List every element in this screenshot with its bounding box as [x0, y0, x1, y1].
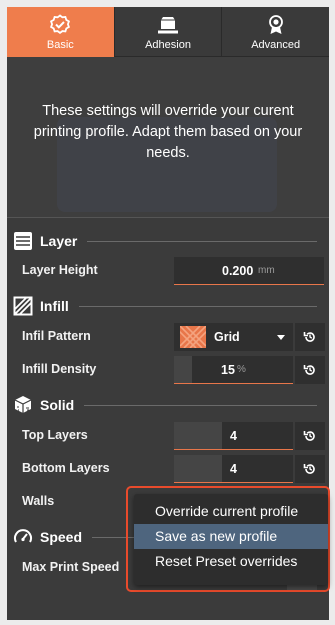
- section-solid: Solid: [7, 392, 329, 418]
- chevron-down-icon: [277, 335, 285, 340]
- menu-item-reset-preset-overrides[interactable]: Reset Preset overrides: [134, 549, 328, 574]
- speedometer-icon: [13, 527, 33, 547]
- infill-pattern-value: Grid: [214, 330, 240, 344]
- profile-tabs: Basic Adhesion Advanced: [7, 7, 330, 57]
- infill-density-value: 15: [221, 363, 235, 377]
- reset-infill-density-button[interactable]: [295, 356, 325, 384]
- grid-pattern-icon: [173, 325, 213, 349]
- reset-icon: [303, 464, 315, 474]
- layer-height-value: 0.200: [222, 264, 254, 278]
- infill-density-input[interactable]: 15 %: [174, 356, 293, 384]
- menu-item-override-current-profile[interactable]: Override current profile: [134, 499, 328, 524]
- section-rule: [78, 305, 317, 307]
- infill-density-track: [174, 356, 192, 383]
- infill-density-unit: %: [237, 364, 246, 375]
- section-title: Layer: [40, 233, 78, 249]
- tab-basic[interactable]: Basic: [7, 7, 114, 57]
- banner-message: These settings will override your curent…: [33, 103, 303, 161]
- reset-top-layers-button[interactable]: [295, 422, 325, 450]
- reset-icon: [303, 332, 315, 342]
- tab-adhesion[interactable]: Adhesion: [113, 7, 222, 57]
- layers-icon: [13, 231, 33, 251]
- divider: [7, 217, 329, 218]
- profile-context-menu: Override current profile Save as new pro…: [134, 494, 328, 585]
- layer-height-input[interactable]: 0.200 mm: [174, 257, 324, 285]
- top-layers-input[interactable]: 4: [174, 422, 293, 450]
- section-rule: [87, 240, 317, 242]
- section-rule: [84, 404, 317, 406]
- tab-advanced[interactable]: Advanced: [221, 7, 330, 57]
- walls-label: Walls: [22, 494, 55, 508]
- bottom-layers-track: [174, 455, 222, 482]
- section-infill: Infill: [7, 293, 329, 319]
- reset-infill-pattern-button[interactable]: [295, 323, 325, 351]
- row-layer-height: Layer Height 0.200 mm: [7, 256, 329, 286]
- reset-icon: [303, 431, 315, 441]
- section-title: Infill: [40, 298, 69, 314]
- bottom-layers-input[interactable]: 4: [174, 455, 293, 483]
- menu-item-save-as-new-profile[interactable]: Save as new profile: [134, 524, 328, 549]
- row-bottom-layers: Bottom Layers 4: [7, 454, 329, 484]
- section-title: Speed: [40, 529, 83, 545]
- reset-icon: [303, 365, 315, 375]
- max-print-speed-label: Max Print Speed: [22, 560, 120, 574]
- top-layers-value: 4: [230, 429, 237, 443]
- row-infill-pattern: Infil Pattern Grid: [7, 322, 329, 352]
- top-layers-label: Top Layers: [22, 428, 88, 442]
- infill-density-label: Infill Density: [22, 362, 97, 376]
- hatched-square-icon: [13, 296, 33, 316]
- reset-bottom-layers-button[interactable]: [295, 455, 325, 483]
- cube-platform-icon: [156, 13, 180, 37]
- infill-pattern-label: Infil Pattern: [22, 329, 91, 343]
- tab-advanced-label: Advanced: [251, 38, 301, 51]
- bottom-layers-value: 4: [230, 462, 237, 476]
- solid-cube-icon: [13, 395, 33, 415]
- layer-height-label: Layer Height: [22, 263, 98, 277]
- award-ribbon-icon: [264, 13, 288, 37]
- row-infill-density: Infill Density 15 %: [7, 355, 329, 385]
- badge-check-icon: [48, 13, 72, 37]
- section-title: Solid: [40, 397, 75, 413]
- bottom-layers-label: Bottom Layers: [22, 461, 110, 475]
- layer-height-unit: mm: [258, 265, 275, 276]
- tab-adhesion-label: Adhesion: [145, 38, 191, 51]
- override-banner: These settings will override your curent…: [7, 57, 329, 217]
- tab-basic-label: Basic: [46, 39, 74, 51]
- row-top-layers: Top Layers 4: [7, 421, 329, 451]
- top-layers-track: [174, 422, 222, 449]
- infill-pattern-select[interactable]: Grid: [173, 323, 293, 351]
- section-layer: Layer: [7, 228, 329, 254]
